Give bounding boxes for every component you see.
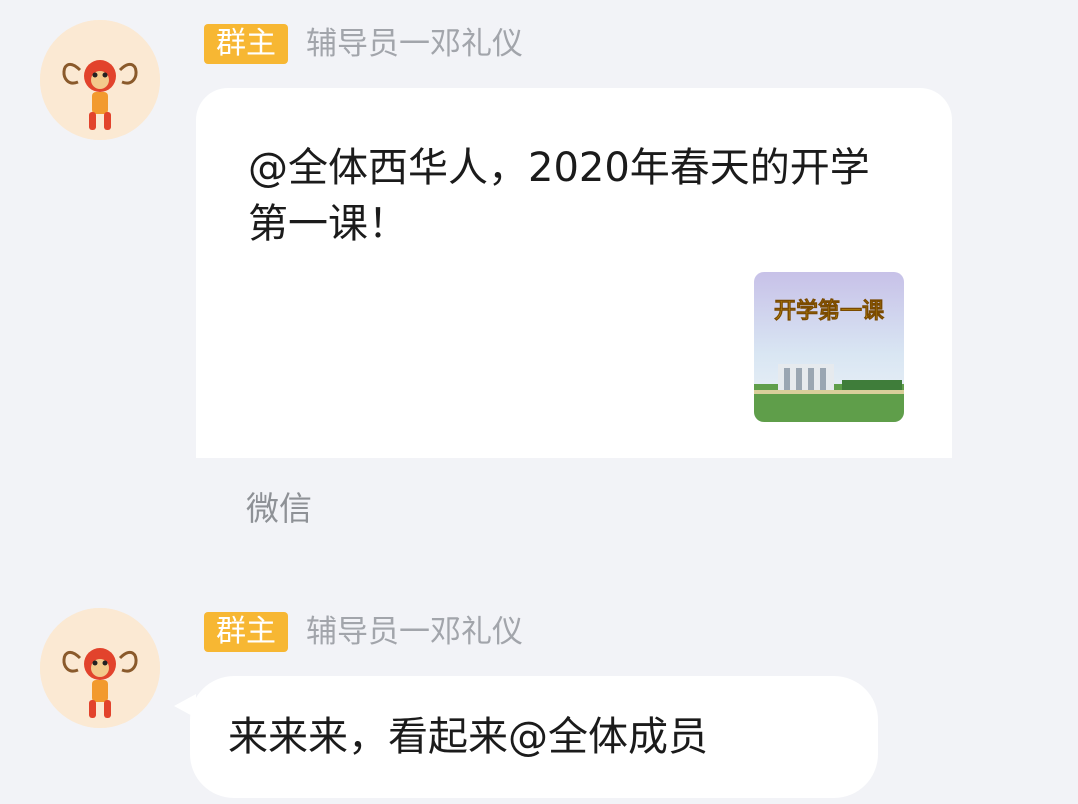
sender-name[interactable]: 辅导员一邓礼仪 [306,612,523,652]
sender-name[interactable]: 辅导员一邓礼仪 [306,24,523,64]
shared-article-card[interactable]: @全体西华人，2020年春天的开学第一课！ 开学第一课 [196,88,952,458]
article-thumbnail: 开学第一课 [754,272,904,422]
message-bubble[interactable]: 来来来，看起来@全体成员 [190,676,878,798]
sender-avatar[interactable] [40,20,160,140]
monkey-avatar-icon [40,20,160,140]
sender-avatar[interactable] [40,608,160,728]
owner-badge: 群主 [204,24,288,64]
article-title: @全体西华人，2020年春天的开学第一课！ [248,145,870,247]
message-text: 来来来，看起来@全体成员 [228,714,708,760]
monkey-avatar-icon [40,608,160,728]
thumbnail-caption: 开学第一课 [774,298,885,324]
owner-badge: 群主 [204,612,288,652]
article-source: 微信 [246,489,312,528]
